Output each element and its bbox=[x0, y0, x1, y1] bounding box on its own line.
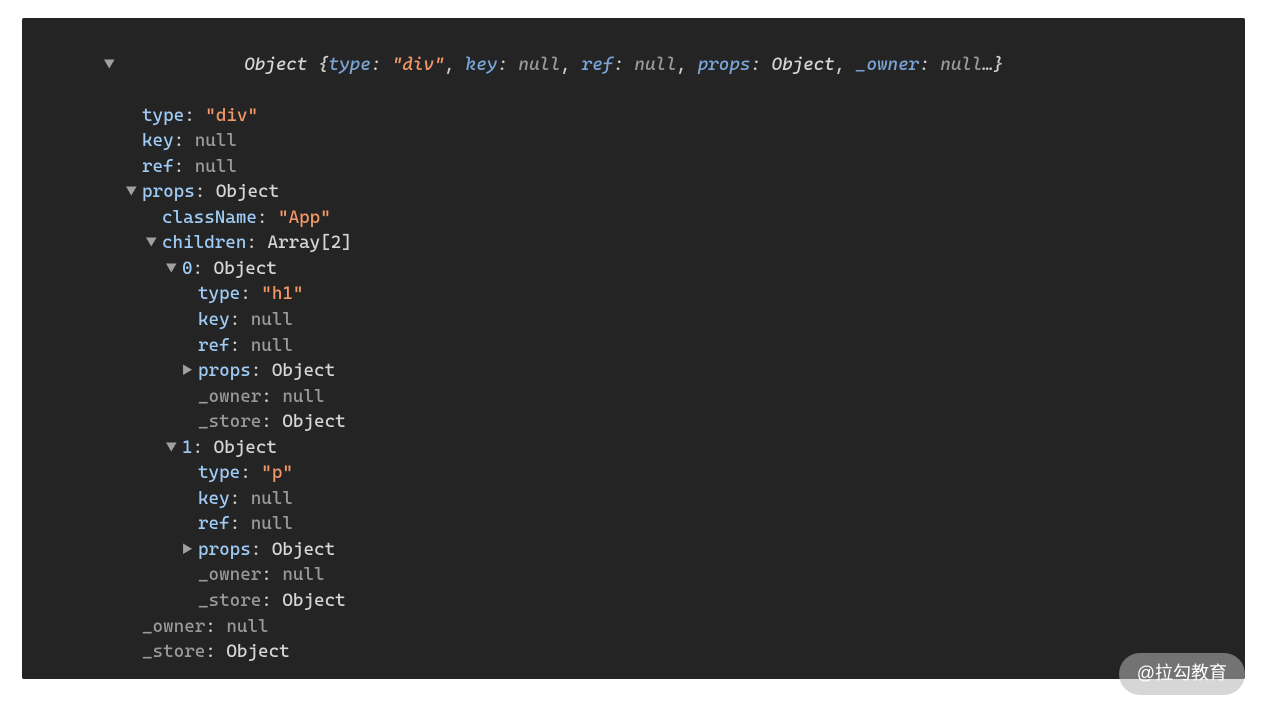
prop-row-store[interactable]: _store: Object bbox=[22, 639, 1245, 665]
prop-row-store[interactable]: _store: Object bbox=[22, 588, 1245, 614]
prop-row-props[interactable]: ▼props: Object bbox=[22, 179, 1245, 205]
prop-row-store[interactable]: _store: Object bbox=[22, 409, 1245, 435]
prop-row-type[interactable]: type: "h1" bbox=[22, 281, 1245, 307]
object-label: Object bbox=[244, 54, 307, 75]
prop-row-props[interactable]: ▶props: Object bbox=[22, 537, 1245, 563]
array-item-1[interactable]: ▼1: Object bbox=[22, 435, 1245, 461]
prop-row-ref[interactable]: ref: null bbox=[22, 333, 1245, 359]
chevron-down-icon[interactable]: ▼ bbox=[126, 179, 140, 205]
prop-row-owner[interactable]: _owner: null bbox=[22, 384, 1245, 410]
prop-row-props[interactable]: ▶props: Object bbox=[22, 358, 1245, 384]
chevron-down-icon[interactable]: ▼ bbox=[104, 52, 118, 78]
chevron-right-icon[interactable]: ▶ bbox=[182, 537, 196, 563]
prop-row-type[interactable]: type: "p" bbox=[22, 460, 1245, 486]
prop-row-classname[interactable]: className: "App" bbox=[22, 205, 1245, 231]
prop-row-owner[interactable]: _owner: null bbox=[22, 562, 1245, 588]
chevron-right-icon[interactable]: ▶ bbox=[182, 358, 196, 384]
object-summary-row[interactable]: ▼Object {type: "div", key: null, ref: nu… bbox=[22, 26, 1245, 103]
prop-row-key[interactable]: key: null bbox=[22, 128, 1245, 154]
prop-row-ref[interactable]: ref: null bbox=[22, 154, 1245, 180]
prop-row-key[interactable]: key: null bbox=[22, 307, 1245, 333]
watermark-badge: @拉勾教育 bbox=[1119, 653, 1245, 695]
prop-row-ref[interactable]: ref: null bbox=[22, 511, 1245, 537]
prop-row-children[interactable]: ▼children: Array[2] bbox=[22, 230, 1245, 256]
prop-row-key[interactable]: key: null bbox=[22, 486, 1245, 512]
chevron-down-icon[interactable]: ▼ bbox=[166, 256, 180, 282]
console-panel: ▼Object {type: "div", key: null, ref: nu… bbox=[22, 18, 1245, 679]
chevron-down-icon[interactable]: ▼ bbox=[146, 230, 160, 256]
chevron-down-icon[interactable]: ▼ bbox=[166, 435, 180, 461]
prop-row-owner[interactable]: _owner: null bbox=[22, 614, 1245, 640]
array-item-0[interactable]: ▼0: Object bbox=[22, 256, 1245, 282]
prop-row-type[interactable]: type: "div" bbox=[22, 103, 1245, 129]
